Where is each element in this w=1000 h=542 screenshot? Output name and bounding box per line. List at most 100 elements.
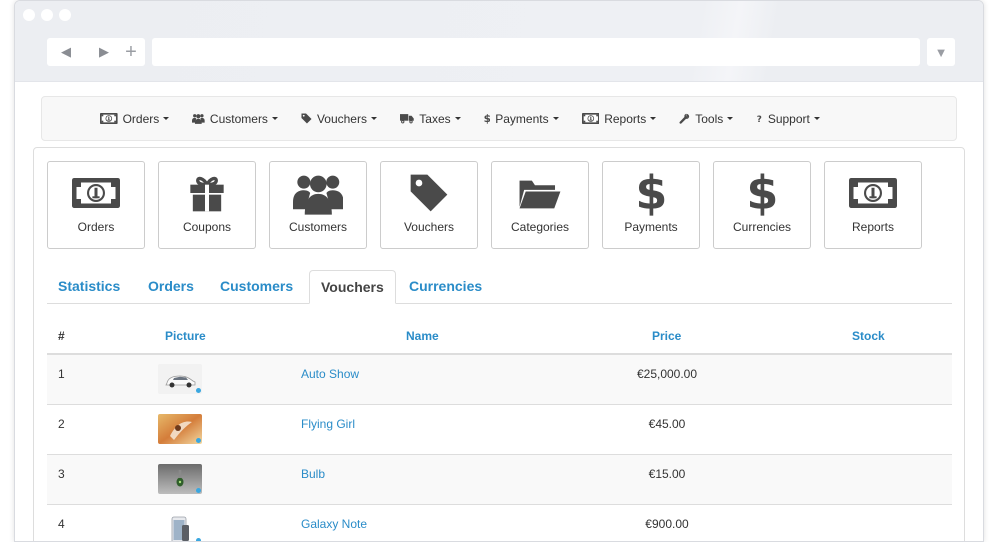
thumbnail-badge — [196, 538, 201, 541]
nav-vouchers-dropdown[interactable]: Vouchers — [301, 112, 377, 126]
dashboard-tabs: Statistics Orders Customers Vouchers Currenc… — [47, 270, 952, 304]
nav-reports-dropdown[interactable]: Reports — [581, 111, 657, 126]
voucher-name-link[interactable]: Bulb — [301, 467, 325, 481]
voucher-price: €25,000.00 — [636, 367, 698, 381]
tab-currencies[interactable]: Currencies — [398, 270, 493, 303]
voucher-name-link[interactable]: Galaxy Note — [301, 517, 367, 531]
tile-label: Customers — [288, 220, 347, 234]
window-minimize-dot[interactable] — [41, 9, 53, 21]
history-buttons: ◀ ▶ — [47, 38, 123, 66]
question-icon: ? — [756, 113, 768, 124]
row-number: 2 — [58, 417, 65, 431]
caret-down-icon — [370, 117, 377, 120]
tab-orders[interactable]: Orders — [137, 270, 205, 303]
money-icon — [825, 170, 921, 216]
tile-label: Currencies — [732, 220, 792, 234]
money-icon — [581, 113, 605, 124]
window-zoom-dot[interactable] — [59, 9, 71, 21]
new-tab-plus-icon[interactable]: + — [117, 38, 145, 66]
tile-categories[interactable]: Categories — [491, 161, 589, 249]
svg-text:$: $ — [484, 113, 491, 124]
browser-window: ◀ ▶ + ▼ OrdersCustomersVouchersTaxes$Pay… — [14, 0, 984, 542]
table-header: # Picture Name Price Stock — [47, 316, 952, 355]
tab-vouchers[interactable]: Vouchers — [309, 270, 396, 304]
nav-item-label: Vouchers — [316, 111, 367, 126]
voucher-price: €45.00 — [648, 417, 686, 431]
tile-label: Categories — [510, 220, 570, 234]
nav-taxes-dropdown[interactable]: Taxes — [399, 111, 461, 126]
caret-down-icon — [813, 117, 820, 120]
nav-tools-dropdown[interactable]: Tools — [679, 111, 734, 126]
tile-reports[interactable]: Reports — [824, 161, 922, 249]
tile-customers[interactable]: Customers — [269, 161, 367, 249]
header-number: # — [58, 329, 65, 343]
dollar-icon: $ — [714, 169, 810, 217]
tile-label: Reports — [851, 220, 895, 234]
svg-text:$: $ — [748, 169, 777, 217]
row-number: 4 — [58, 517, 65, 531]
nav-item-label: Reports — [604, 111, 647, 126]
tile-label: Coupons — [182, 220, 232, 234]
caret-down-icon — [650, 117, 657, 120]
wrench-icon — [679, 113, 695, 124]
folder-open-icon — [492, 170, 588, 216]
browser-chrome: ◀ ▶ + ▼ — [15, 1, 983, 82]
nav-item-label: Tools — [695, 111, 724, 126]
nav-support-dropdown[interactable]: ? Support — [756, 112, 820, 126]
caret-down-icon — [552, 117, 559, 120]
voucher-price: €15.00 — [648, 467, 686, 481]
dashboard-panel: Orders Coupons Customers Vouchers Categories… — [33, 147, 965, 541]
thumbnail-badge — [196, 438, 201, 443]
bulb-thumbnail[interactable] — [158, 464, 202, 494]
users-icon — [192, 113, 210, 124]
money-icon — [48, 170, 144, 216]
table-row: 4 Galaxy Note €900.00 — [47, 505, 952, 541]
nav-item-label: Support — [767, 111, 810, 126]
tile-orders[interactable]: Orders — [47, 161, 145, 249]
voucher-price: €900.00 — [645, 517, 689, 531]
nav-item-label: Payments — [495, 111, 549, 126]
row-number: 3 — [58, 467, 65, 481]
caret-down-icon — [163, 117, 170, 120]
tab-customers[interactable]: Customers — [209, 270, 304, 303]
truck-icon — [399, 113, 419, 124]
tile-payments[interactable]: $ Payments — [602, 161, 700, 249]
row-number: 1 — [58, 367, 65, 381]
table-row: 3 Bulb €15.00 — [47, 455, 952, 505]
svg-text:?: ? — [757, 115, 762, 124]
voucher-name-link[interactable]: Auto Show — [301, 367, 359, 381]
back-arrow-icon[interactable]: ◀ — [47, 38, 85, 66]
header-picture[interactable]: Picture — [165, 329, 206, 343]
header-stock[interactable]: Stock — [852, 329, 885, 343]
nav-item-label: Orders — [122, 111, 160, 126]
caret-down-icon — [271, 117, 278, 120]
header-name[interactable]: Name — [406, 329, 439, 343]
vouchers-table: # Picture Name Price Stock 1 Auto Show €25… — [47, 316, 952, 541]
dollar-icon: $ — [484, 113, 496, 124]
nav-item-label: Customers — [209, 111, 268, 126]
table-row: 1 Auto Show €25,000.00 — [47, 355, 952, 405]
browser-menu-triangle-icon[interactable]: ▼ — [927, 38, 955, 66]
address-bar[interactable] — [152, 38, 920, 66]
tile-label: Orders — [77, 220, 115, 234]
thumbnail-badge — [196, 488, 201, 493]
flying-girl-thumbnail[interactable] — [158, 414, 202, 444]
window-close-dot[interactable] — [23, 9, 35, 21]
tile-currencies[interactable]: $ Currencies — [713, 161, 811, 249]
nav-payments-dropdown[interactable]: $ Payments — [484, 112, 559, 126]
nav-customers-dropdown[interactable]: Customers — [192, 112, 278, 126]
tab-statistics[interactable]: Statistics — [47, 270, 131, 303]
car-thumbnail[interactable] — [158, 364, 202, 394]
tile-vouchers[interactable]: Vouchers — [380, 161, 478, 249]
thumbnail-badge — [196, 388, 201, 393]
admin-navbar: Orders Customers Vouchers Taxes $ Payments Rep… — [41, 96, 957, 141]
nav-item-label: Taxes — [419, 111, 451, 126]
tile-coupons[interactable]: Coupons — [158, 161, 256, 249]
nav-orders-dropdown[interactable]: Orders — [100, 111, 170, 126]
tile-label: Vouchers — [403, 220, 455, 234]
money-icon — [100, 113, 123, 124]
voucher-name-link[interactable]: Flying Girl — [301, 417, 355, 431]
caret-down-icon — [727, 117, 734, 120]
header-price[interactable]: Price — [652, 329, 681, 343]
phone-thumbnail[interactable] — [158, 514, 202, 541]
